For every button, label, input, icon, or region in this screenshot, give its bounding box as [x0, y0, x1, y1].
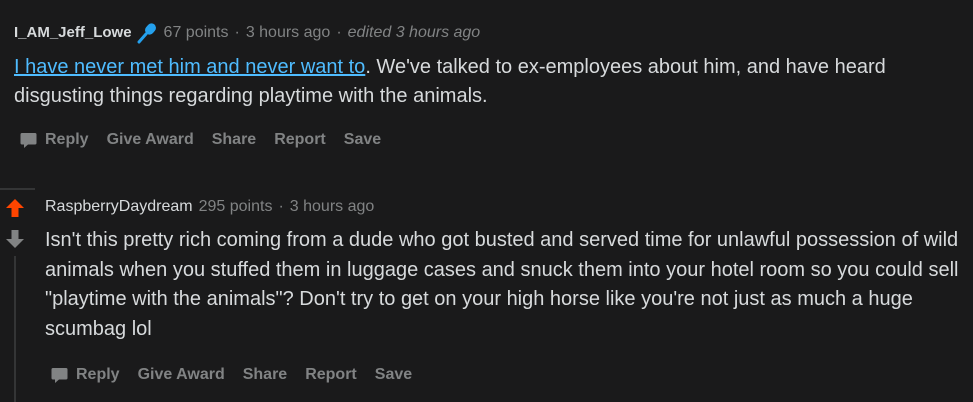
save-button[interactable]: Save — [344, 131, 381, 149]
comment-author[interactable]: I_AM_Jeff_Lowe — [14, 21, 132, 45]
comment-author[interactable]: RaspberryDaydream — [45, 195, 193, 219]
comment-body: Isn't this pretty rich coming from a dud… — [45, 229, 959, 340]
report-button[interactable]: Report — [305, 366, 357, 384]
share-button[interactable]: Share — [212, 131, 256, 149]
downvote-arrow-icon[interactable] — [4, 228, 26, 250]
comment-actions: Reply Give Award Share Report Save — [51, 363, 965, 387]
meta-separator: · — [336, 24, 342, 41]
comment-actions: Reply Give Award Share Report Save — [20, 128, 964, 152]
meta-separator: · — [234, 24, 240, 41]
comment-points: 67 points — [163, 24, 229, 41]
comment-time[interactable]: 3 hours ago — [246, 21, 331, 45]
comment-raspberry-daydream: RaspberryDaydream 295 points · 3 hours a… — [45, 195, 965, 387]
comment-body: I have never met him and never want to. … — [14, 53, 964, 111]
reply-label: Reply — [45, 131, 89, 148]
comment-meta: RaspberryDaydream 295 points · 3 hours a… — [45, 195, 965, 219]
comment-points: 295 points — [198, 198, 273, 215]
chat-bubble-icon — [51, 367, 68, 384]
give-award-button[interactable]: Give Award — [138, 366, 225, 384]
give-award-button[interactable]: Give Award — [107, 131, 194, 149]
save-button[interactable]: Save — [375, 366, 412, 384]
chat-bubble-icon — [20, 132, 37, 149]
comment-jeff-lowe: I_AM_Jeff_Lowe 67 points · 3 hours ago ·… — [14, 21, 964, 152]
thread-connector — [0, 188, 35, 190]
microphone-icon — [136, 22, 158, 44]
comment-meta: I_AM_Jeff_Lowe 67 points · 3 hours ago ·… — [14, 21, 964, 45]
share-button[interactable]: Share — [243, 366, 287, 384]
comment-edited: edited 3 hours ago — [347, 24, 481, 41]
reply-label: Reply — [76, 366, 120, 383]
thread-line[interactable] — [14, 256, 16, 402]
reply-button[interactable]: Reply — [20, 131, 89, 149]
report-button[interactable]: Report — [274, 131, 326, 149]
reply-button[interactable]: Reply — [51, 366, 120, 384]
comment-time[interactable]: 3 hours ago — [290, 195, 375, 219]
meta-separator: · — [278, 198, 284, 215]
upvote-arrow-icon[interactable] — [4, 197, 26, 219]
comment-link[interactable]: I have never met him and never want to — [14, 56, 365, 78]
